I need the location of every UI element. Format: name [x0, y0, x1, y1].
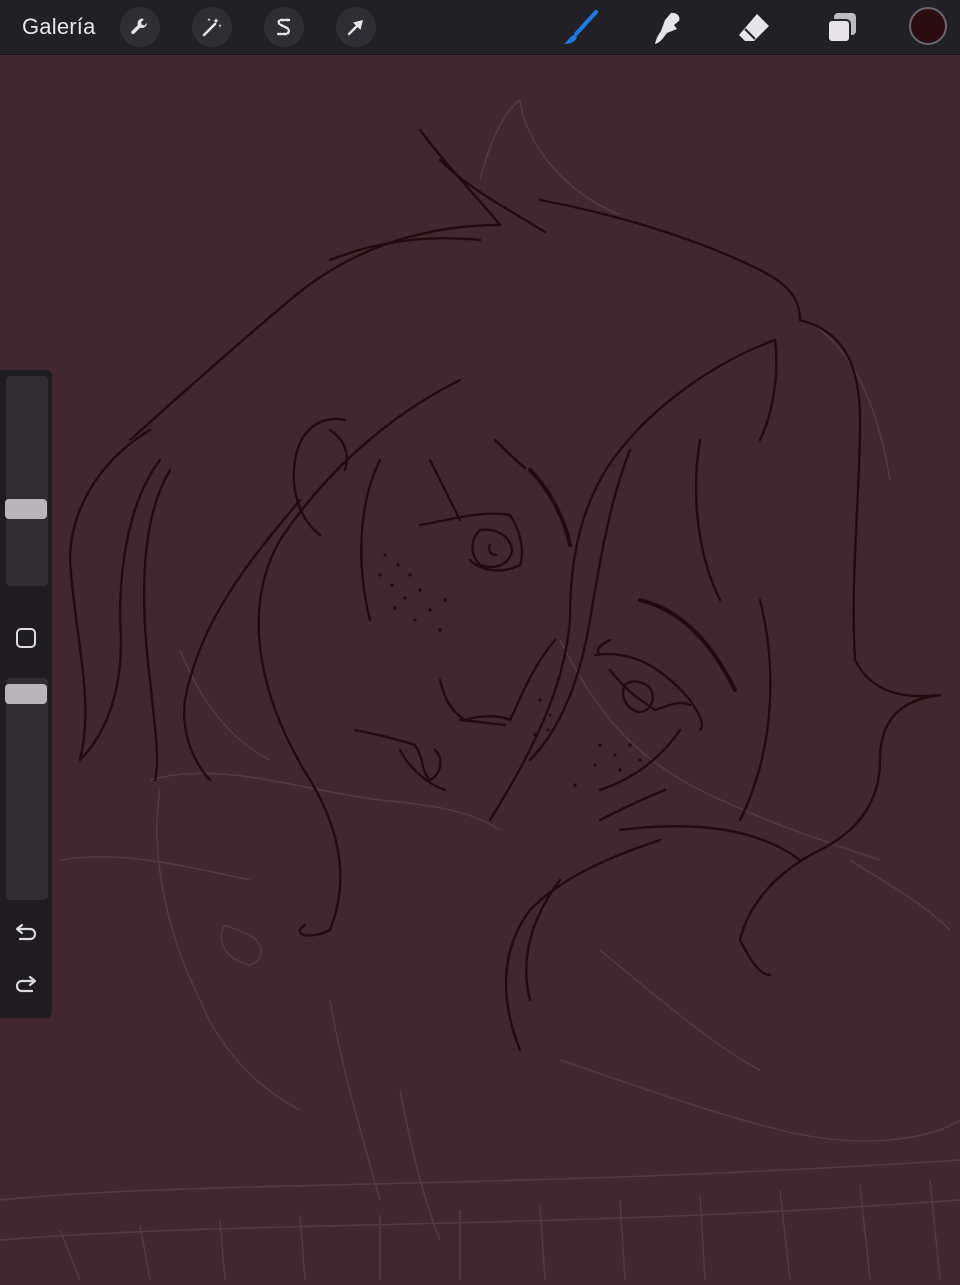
- brush-size-slider[interactable]: [5, 376, 48, 586]
- drawing-canvas[interactable]: [0, 55, 960, 1281]
- selection-button[interactable]: [264, 7, 304, 47]
- modify-square-icon[interactable]: [14, 626, 38, 650]
- brush-tool-button[interactable]: [560, 8, 600, 48]
- magic-wand-icon: [202, 18, 222, 37]
- eraser-icon: [739, 14, 769, 41]
- brush-icon: [564, 10, 598, 44]
- layers-tool-button[interactable]: [822, 8, 862, 48]
- redo-icon[interactable]: [12, 972, 40, 1000]
- selection-icon: [276, 18, 291, 36]
- wrench-icon: [131, 18, 147, 35]
- smudge-tool-button[interactable]: [647, 8, 687, 48]
- adjustments-button[interactable]: [192, 7, 232, 47]
- eraser-tool-button[interactable]: [734, 8, 774, 48]
- opacity-slider[interactable]: [5, 678, 48, 900]
- side-toolbar: [0, 370, 52, 1018]
- actions-button[interactable]: [120, 7, 160, 47]
- brush-size-slider-thumb[interactable]: [5, 498, 47, 519]
- layers-icon: [827, 13, 856, 43]
- color-swatch-button[interactable]: [909, 7, 947, 45]
- smudge-icon: [655, 12, 680, 44]
- transform-arrow-icon: [347, 20, 363, 36]
- undo-icon[interactable]: [12, 920, 40, 948]
- top-toolbar: Galería: [0, 0, 960, 55]
- gallery-button[interactable]: Galería: [22, 14, 96, 40]
- opacity-slider-thumb[interactable]: [5, 683, 47, 704]
- sketch-artwork: [0, 55, 960, 1281]
- transform-button[interactable]: [336, 7, 376, 47]
